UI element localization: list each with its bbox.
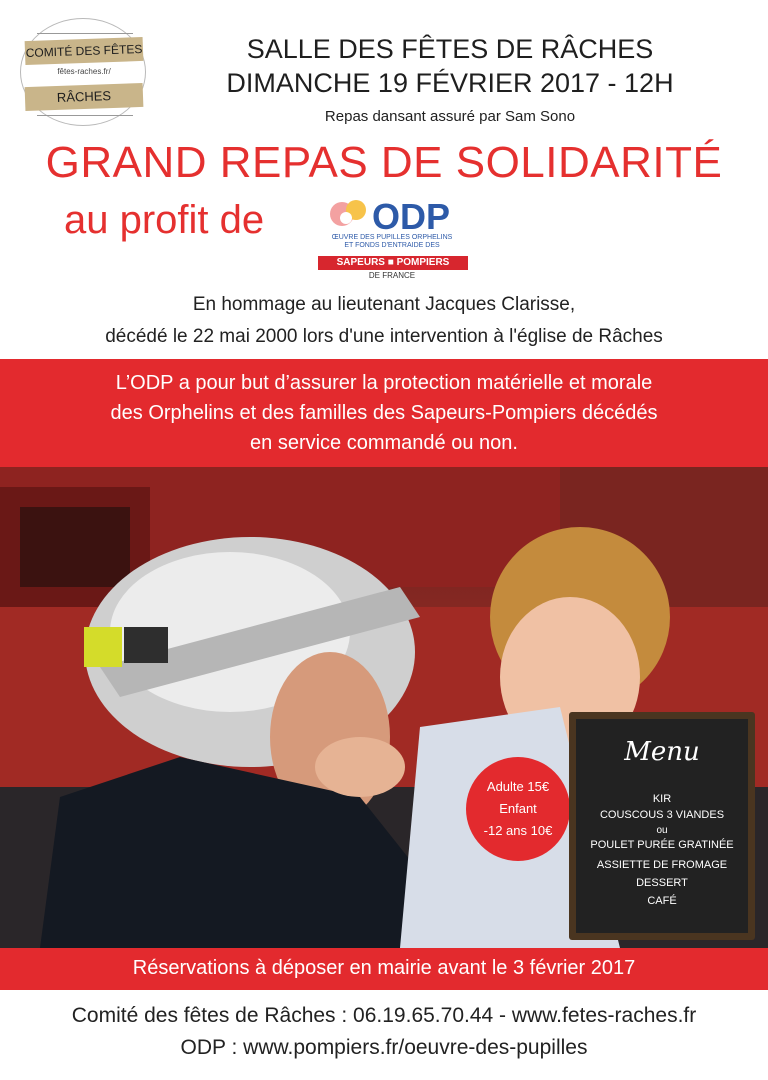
mission-line-2: des Orphelins et des familles des Sapeur… <box>110 402 658 424</box>
reservation-note: Réservations à déposer en mairie avant l… <box>132 957 636 979</box>
price-badge: Adulte 15€ Enfant -12 ans 10€ <box>466 757 570 861</box>
mission-line-3: en service commandé ou non. <box>250 432 518 454</box>
price-adult: Adulte 15€ <box>486 779 550 794</box>
menu-item: ASSIETTE DE FROMAGE <box>596 859 728 871</box>
tribute-line-2: décédé le 22 mai 2000 lors d'une interve… <box>105 326 663 347</box>
odp-mark-icon: ODP <box>330 196 450 234</box>
logo-top-band: COMITÉ DES FÊTES <box>24 36 144 66</box>
tribute-line-1: En hommage au lieutenant Jacques Clariss… <box>192 294 576 315</box>
footer-odp: ODP : www.pompiers.fr/oeuvre-des-pupille… <box>180 1036 588 1059</box>
menu-item: DESSERT <box>636 877 688 889</box>
dj-note: Repas dansant assuré par Sam Sono <box>324 108 576 125</box>
logo-url: fêtes-raches.fr/ <box>57 67 111 76</box>
menu-board: Menu KIR COUSCOUS 3 VIANDES ou POULET PU… <box>576 719 748 933</box>
odp-sub-line-1: ŒUVRE DES PUPILLES ORPHELINS <box>331 234 453 241</box>
odp-subtitle: ŒUVRE DES PUPILLES ORPHELINS ET FONDS D'… <box>312 234 472 250</box>
menu-item: CAFÉ <box>647 895 677 907</box>
footer-contact: Comité des fêtes de Râches : 06.19.65.70… <box>71 1004 697 1027</box>
odp-acronym: ODP <box>372 196 450 234</box>
price-child-label: Enfant <box>499 801 537 816</box>
menu-item: KIR <box>652 793 672 805</box>
menu-item: COUSCOUS 3 VIANDES <box>599 809 725 821</box>
mission-line-1: L’ODP a pour but d’assurer la protection… <box>115 372 653 394</box>
menu-item: ou <box>656 825 668 836</box>
menu-chalkboard: Menu KIR COUSCOUS 3 VIANDES ou POULET PU… <box>569 712 755 940</box>
odp-logo: ODP ŒUVRE DES PUPILLES ORPHELINS ET FOND… <box>312 196 472 288</box>
profit-line: au profit de <box>64 198 265 242</box>
menu-item: POULET PURÉE GRATINÉE <box>590 839 734 851</box>
odp-sub-line-2: ET FONDS D'ENTRAIDE DES <box>344 242 440 249</box>
event-date: DIMANCHE 19 FÉVRIER 2017 - 12H <box>226 68 674 98</box>
venue-title: SALLE DES FÊTES DE RÂCHES <box>246 34 654 64</box>
odp-band: SAPEURS ■ POMPIERS <box>318 256 468 270</box>
odp-country: DE FRANCE <box>368 271 416 280</box>
comite-logo: COMITÉ DES FÊTES fêtes-raches.fr/ RÂCHES <box>20 18 146 126</box>
price-child: -12 ans 10€ <box>483 823 553 838</box>
logo-bottom-band: RÂCHES <box>24 82 144 112</box>
main-title: GRAND REPAS DE SOLIDARITÉ <box>45 138 723 187</box>
menu-title: Menu <box>624 737 700 767</box>
